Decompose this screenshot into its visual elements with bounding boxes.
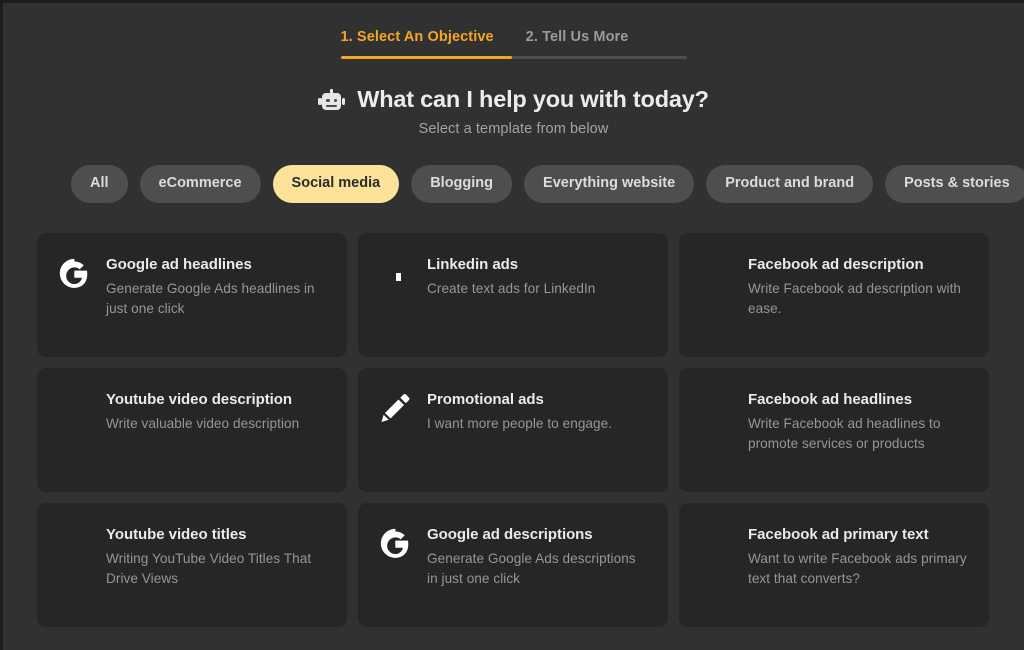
template-card-description: Generate Google Ads headlines in just on… — [106, 280, 315, 316]
pencil-icon — [378, 391, 412, 425]
google-icon — [378, 526, 412, 560]
template-card-title: Facebook ad primary text — [748, 525, 929, 543]
template-card[interactable]: f Facebook ad headlines Write Facebook a… — [679, 367, 989, 492]
template-card-description: Writing YouTube Video Titles That Drive … — [106, 550, 312, 586]
template-card-description: I want more people to engage. — [427, 415, 613, 431]
template-card-title: Youtube video description — [106, 390, 292, 408]
stepper: 1. Select An Objective 2. Tell Us More — [340, 3, 687, 59]
template-card[interactable]: Youtube video titles Writing YouTube Vid… — [37, 502, 347, 627]
tab-tell-us-more[interactable]: 2. Tell Us More — [526, 29, 629, 59]
template-card-title: Facebook ad description — [748, 255, 924, 273]
template-card-description: Want to write Facebook ads primary text … — [748, 550, 967, 586]
template-card-title: Linkedin ads — [427, 255, 519, 273]
template-card[interactable]: f Facebook ad primary text Want to write… — [679, 502, 989, 627]
template-card-body: Promotional ads I want more people to en… — [427, 390, 612, 434]
template-card-body: Facebook ad description Write Facebook a… — [748, 255, 969, 319]
heading-row: What can I help you with today? — [3, 86, 1024, 113]
template-card-title: Google ad descriptions — [427, 525, 593, 543]
template-card-body: Facebook ad primary text Want to write F… — [748, 525, 969, 589]
linkedin-icon — [378, 256, 412, 290]
template-card-body: Google ad headlines Generate Google Ads … — [106, 255, 327, 319]
template-card-description: Create text ads for LinkedIn — [427, 280, 596, 296]
facebook-icon: f — [699, 245, 733, 290]
template-card[interactable]: Youtube video description Write valuable… — [37, 367, 347, 492]
template-card-body: Linkedin ads Create text ads for LinkedI… — [427, 255, 595, 299]
page-subtitle: Select a template from below — [418, 121, 609, 137]
template-card[interactable]: Promotional ads I want more people to en… — [358, 367, 668, 492]
heading-block: What can I help you with today? Select a… — [3, 86, 1024, 137]
filter-chip-blogging[interactable]: Blogging — [411, 165, 513, 203]
template-card[interactable]: Linkedin ads Create text ads for LinkedI… — [358, 232, 668, 357]
filter-chip-ecommerce[interactable]: eCommerce — [139, 165, 261, 203]
template-card-description: Write valuable video description — [106, 415, 300, 431]
template-card-body: Youtube video titles Writing YouTube Vid… — [106, 525, 327, 589]
template-card-title: Youtube video titles — [106, 525, 247, 543]
page-title: What can I help you with today? — [357, 86, 709, 112]
robot-icon — [318, 88, 346, 111]
template-card-title: Promotional ads — [427, 390, 544, 408]
facebook-icon: f — [699, 380, 733, 425]
filter-chip-everything-website[interactable]: Everything website — [524, 165, 695, 203]
tab-select-an-objective[interactable]: 1. Select An Objective — [341, 29, 494, 59]
template-card-body: Facebook ad headlines Write Facebook ad … — [748, 390, 969, 454]
template-card[interactable]: f Facebook ad description Write Facebook… — [679, 232, 989, 357]
template-card-body: Youtube video description Write valuable… — [106, 390, 299, 434]
template-card-description: Write Facebook ad description with ease. — [748, 280, 962, 316]
template-card[interactable]: Google ad headlines Generate Google Ads … — [37, 232, 347, 357]
filter-chip-product-and-brand[interactable]: Product and brand — [706, 165, 874, 203]
template-card-title: Google ad headlines — [106, 255, 252, 273]
filter-chip-posts-and-stories[interactable]: Posts & stories — [885, 165, 1024, 203]
category-filter-bar: All eCommerce Social media Blogging Ever… — [71, 165, 1024, 203]
youtube-icon — [57, 526, 91, 560]
youtube-icon — [57, 391, 91, 425]
filter-chip-all[interactable]: All — [71, 165, 128, 203]
template-card-description: Generate Google Ads descriptions in just… — [427, 550, 636, 586]
template-card-body: Google ad descriptions Generate Google A… — [427, 525, 648, 589]
template-grid: Google ad headlines Generate Google Ads … — [37, 232, 1024, 627]
template-card-title: Facebook ad headlines — [748, 390, 913, 408]
template-card-description: Write Facebook ad headlines to promote s… — [748, 415, 941, 451]
filter-chip-social-media[interactable]: Social media — [272, 165, 400, 203]
stepper-progress-bar — [340, 56, 512, 59]
stepper-tabs: 1. Select An Objective 2. Tell Us More — [341, 29, 687, 59]
app-window: 1. Select An Objective 2. Tell Us More W… — [3, 3, 1024, 650]
facebook-icon: f — [699, 515, 733, 560]
google-icon — [57, 256, 91, 290]
template-card[interactable]: Google ad descriptions Generate Google A… — [358, 502, 668, 627]
stepper-track — [340, 56, 687, 59]
